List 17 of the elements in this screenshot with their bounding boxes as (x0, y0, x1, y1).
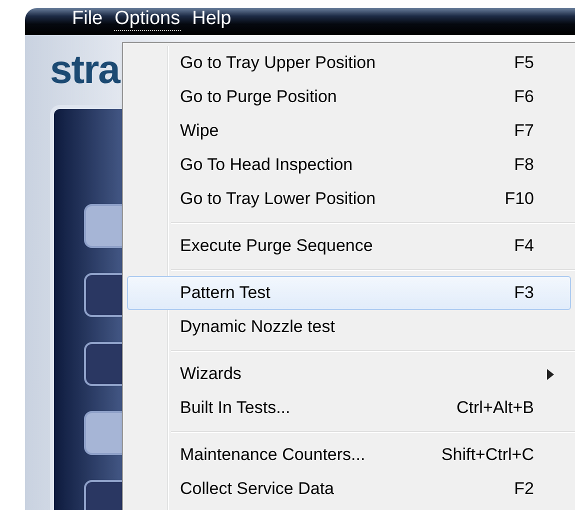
menu-title[interactable]: Help (191, 8, 232, 31)
menu-item[interactable]: Go to Tray Lower Position F10 (127, 182, 571, 216)
menu-item[interactable]: Go to Purge Position F6 (127, 80, 571, 114)
submenu-arrow-icon (547, 368, 554, 380)
menu-item[interactable]: Go to Tray Upper Position F5 (127, 46, 571, 80)
menu-item[interactable]: Built In Tests... Ctrl+Alt+B (127, 391, 571, 425)
logo-text: stra (50, 50, 120, 90)
menu-item[interactable]: Wipe F7 (127, 114, 571, 148)
menu-title[interactable]: Options (114, 8, 182, 31)
menu-item[interactable]: Execute Purge Sequence F4 (127, 229, 571, 263)
menu-item[interactable]: Maintenance Counters... Shift+Ctrl+C (127, 438, 571, 472)
menu-item[interactable]: Go To Head Inspection F8 (127, 148, 571, 182)
menu-item[interactable]: Pattern Test F3 (127, 276, 571, 310)
menu-item[interactable]: Dynamic Nozzle test (127, 310, 571, 344)
menu-title[interactable]: File (71, 8, 104, 31)
menu-item[interactable]: Wizards (127, 357, 571, 391)
menu-item[interactable]: Collect Service Data F2 (127, 472, 571, 506)
